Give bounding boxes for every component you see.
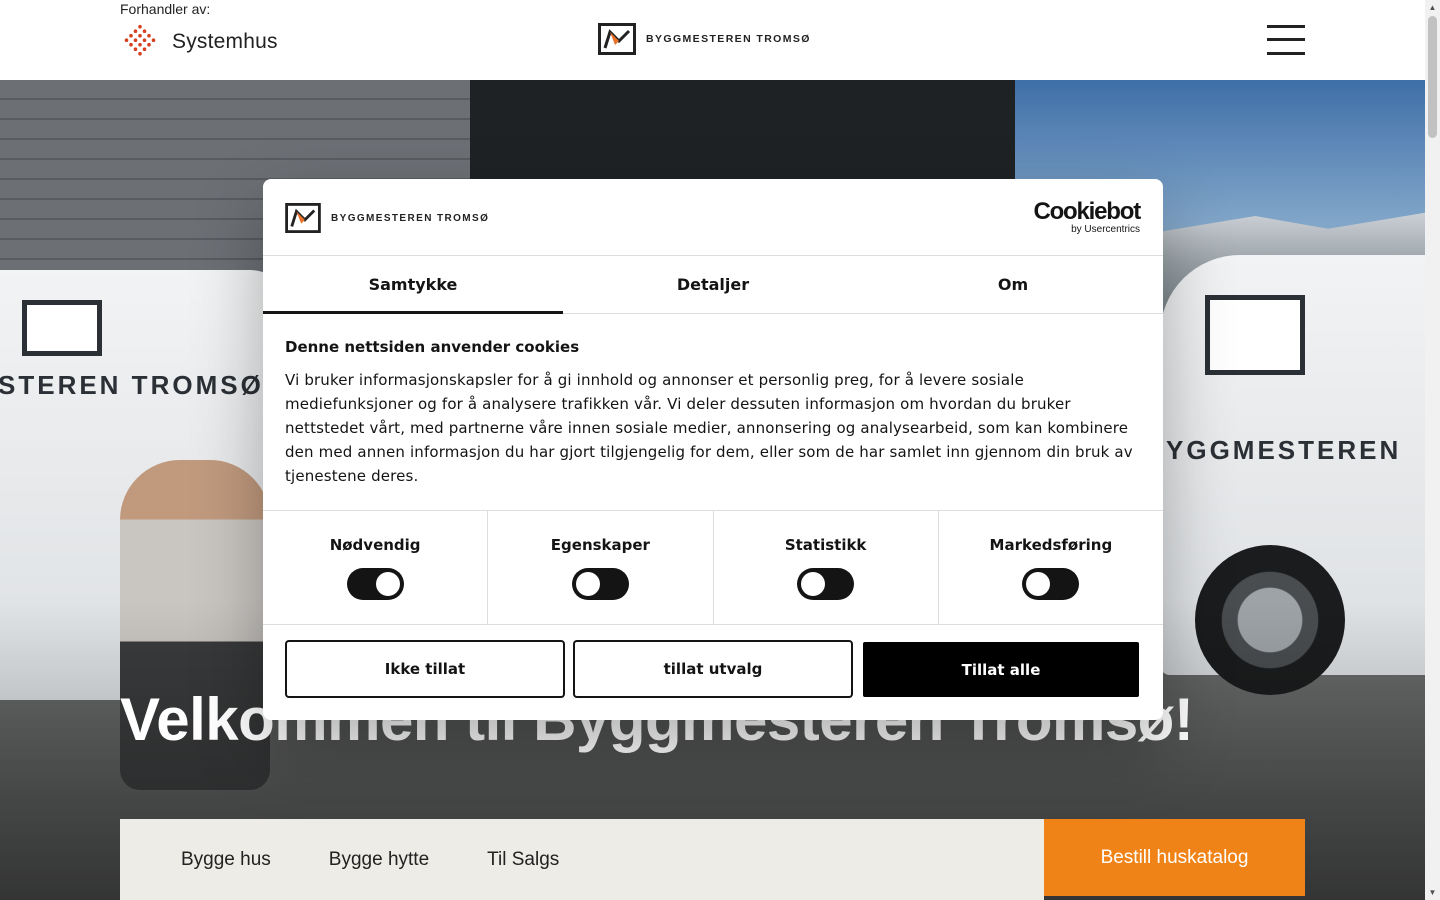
hamburger-menu-icon[interactable] <box>1267 24 1305 56</box>
category-statistikk: Statistikk <box>714 511 939 624</box>
dialog-brand-logo: BYGGMESTEREN TROMSØ <box>285 203 489 233</box>
van-logo-right <box>1205 295 1305 375</box>
site-header: Forhandler av: Systemhus BYGGMESTEREN TR… <box>0 0 1425 80</box>
cookiebot-subtitle: by Usercentrics <box>1071 224 1140 235</box>
dialog-tabs: Samtykke Detaljer Om <box>263 256 1163 314</box>
byggmesteren-logo-icon <box>285 203 321 233</box>
dialog-brand-name: BYGGMESTEREN TROMSØ <box>331 212 490 224</box>
category-label: Nødvendig <box>329 536 421 554</box>
dialog-description: Vi bruker informasjonskapsler for å gi i… <box>285 371 1133 485</box>
tab-detaljer[interactable]: Detaljer <box>563 256 863 313</box>
site-logo[interactable]: BYGGMESTEREN TROMSØ <box>598 23 811 55</box>
allow-selection-button[interactable]: tillat utvalg <box>573 640 853 698</box>
toggle-nodvendig[interactable] <box>346 568 404 600</box>
category-label: Egenskaper <box>550 536 650 554</box>
page-scrollbar[interactable]: ▲ ▼ <box>1425 0 1440 900</box>
category-label: Markedsføring <box>989 536 1113 554</box>
subnav-link-til-salgs[interactable]: Til Salgs <box>487 849 559 871</box>
toggle-markedsforing[interactable] <box>1022 568 1080 600</box>
tab-samtykke[interactable]: Samtykke <box>263 256 563 314</box>
scroll-up-icon[interactable]: ▲ <box>1425 0 1440 15</box>
order-catalog-button[interactable]: Bestill huskatalog <box>1044 819 1305 896</box>
category-nodvendig: Nødvendig <box>263 511 489 624</box>
cookie-consent-dialog: BYGGMESTEREN TROMSØ Cookiebot by Usercen… <box>263 179 1163 720</box>
subnav-link-bygge-hus[interactable]: Bygge hus <box>181 849 271 871</box>
scroll-down-icon[interactable]: ▼ <box>1425 885 1440 900</box>
systemhus-diamond-icon <box>124 24 156 56</box>
dialog-title: Denne nettsiden anvender cookies <box>285 338 580 356</box>
dialog-buttons: Ikke tillat tillat utvalg Tillat alle <box>263 625 1163 698</box>
van-logo-left <box>22 300 102 356</box>
byggmesteren-logo-icon <box>598 23 636 55</box>
toggle-statistikk[interactable] <box>797 568 855 600</box>
cookiebot-name: Cookiebot <box>1033 198 1141 225</box>
van-text-left: STEREN TROMSØ <box>0 370 264 400</box>
category-label: Statistikk <box>784 536 867 554</box>
brand-name: BYGGMESTEREN TROMSØ <box>646 33 811 45</box>
consent-categories: Nødvendig Egenskaper Statistikk Markedsf… <box>263 511 1163 625</box>
scroll-thumb[interactable] <box>1428 16 1437 138</box>
dialog-body: Denne nettsiden anvender cookies Vi bruk… <box>263 314 1163 511</box>
category-markedsforing: Markedsføring <box>939 511 1163 624</box>
subnav-link-bygge-hytte[interactable]: Bygge hytte <box>329 849 429 871</box>
van-text-right: YGGMESTEREN <box>1166 435 1402 465</box>
allow-all-button[interactable]: Tillat alle <box>863 642 1139 697</box>
dealer-label: Forhandler av: <box>120 1 211 17</box>
category-egenskaper: Egenskaper <box>488 511 714 624</box>
dialog-header: BYGGMESTEREN TROMSØ Cookiebot by Usercen… <box>263 179 1163 256</box>
subnav: Bygge hus Bygge hytte Til Salgs <box>120 819 1044 900</box>
dealer-info: Forhandler av: Systemhus <box>120 0 278 60</box>
systemhus-logo[interactable]: Systemhus <box>120 24 278 60</box>
cookiebot-logo[interactable]: Cookiebot by Usercentrics <box>1033 198 1141 236</box>
toggle-egenskaper[interactable] <box>571 568 629 600</box>
deny-button[interactable]: Ikke tillat <box>285 640 565 698</box>
systemhus-name: Systemhus <box>172 30 278 53</box>
tab-om[interactable]: Om <box>863 256 1163 313</box>
